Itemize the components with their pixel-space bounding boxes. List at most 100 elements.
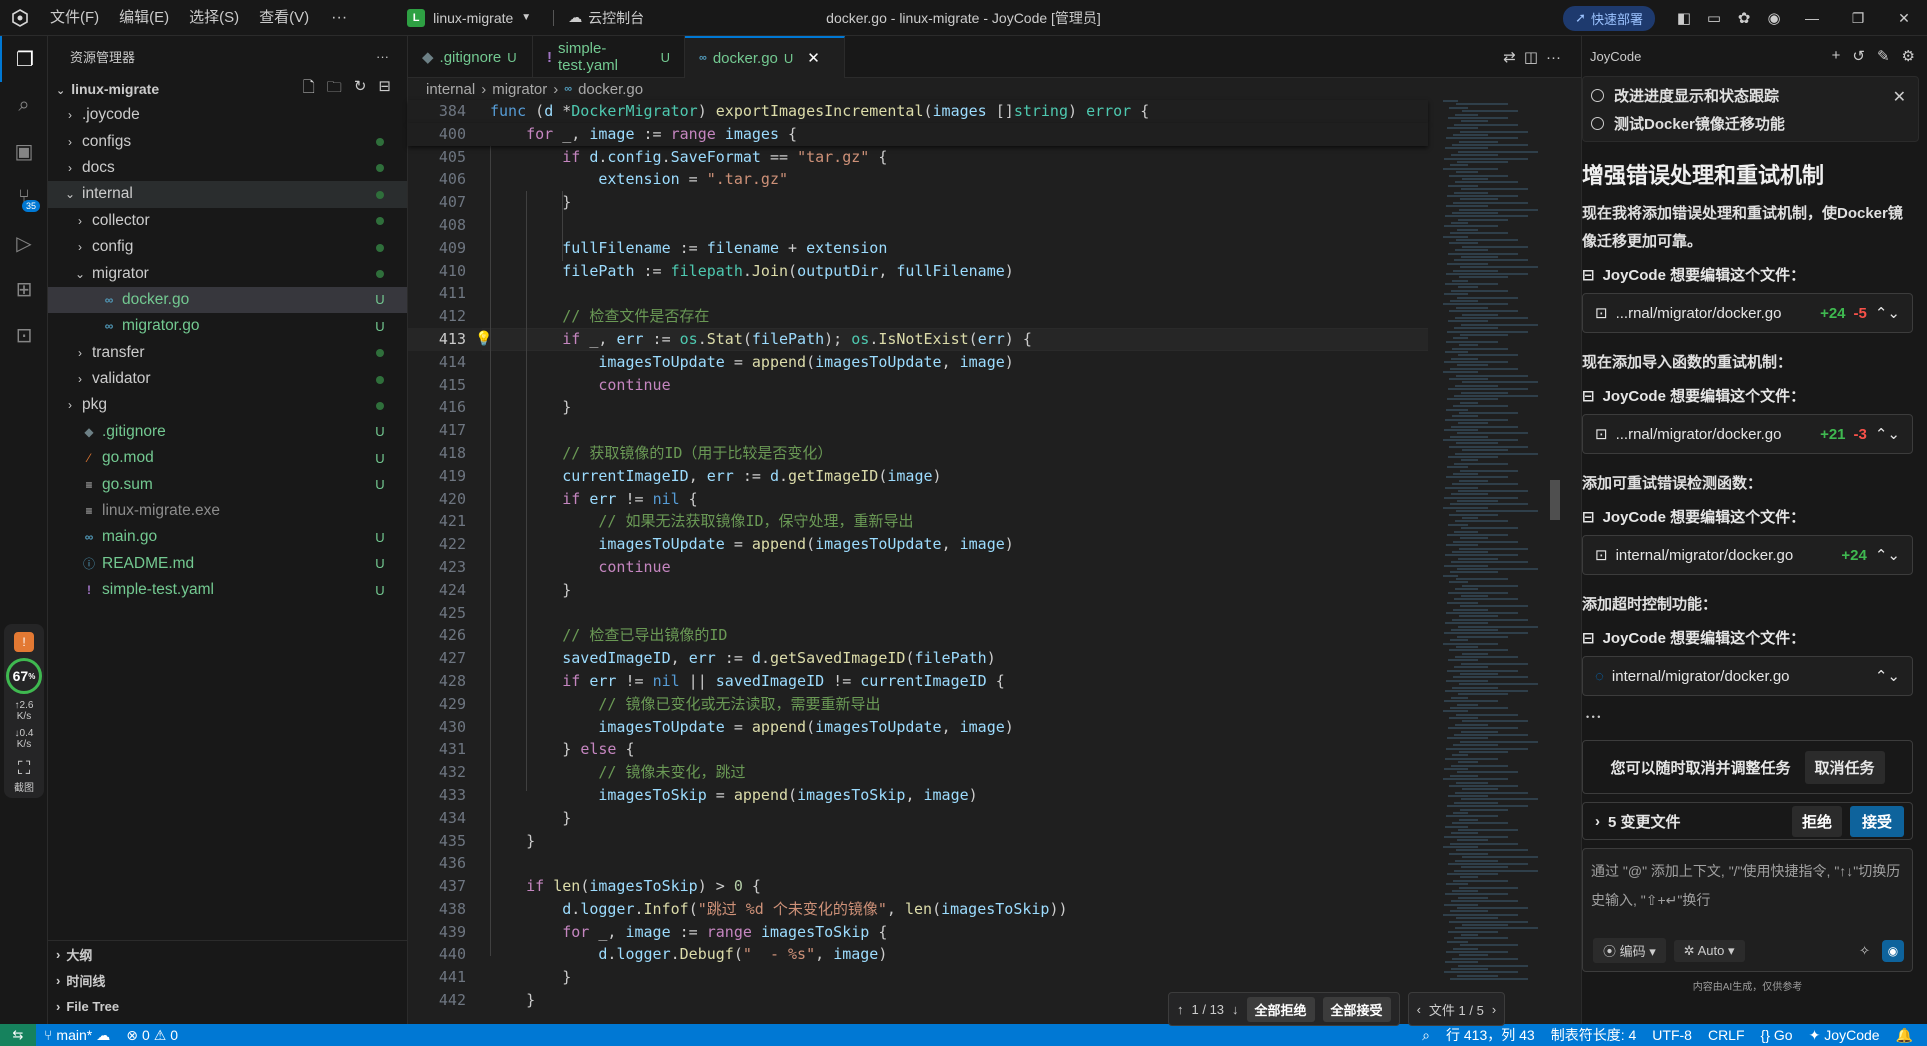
model-select[interactable]: ✲ Auto ▾ [1673,939,1745,962]
extensions-icon[interactable]: ⊞ [0,266,48,312]
problems-indicator[interactable]: ⊗ 0 ⚠ 0 [118,1027,186,1044]
restore-button[interactable]: ❐ [1835,0,1881,36]
zoom-icon[interactable]: ⌕ [1414,1027,1438,1044]
split-editor-icon[interactable]: ◫ [1524,48,1538,66]
editor-tab[interactable]: ! simple-test.yaml U [533,36,685,78]
tree-file[interactable]: ⓘ README.md U [48,551,407,577]
settings-gear-icon[interactable]: ⚙ [1902,47,1915,65]
more-actions-icon[interactable]: ··· [1546,49,1561,66]
expand-icon[interactable]: ⌃⌄ [1875,304,1900,322]
breadcrumb-item[interactable]: internal [426,81,475,98]
file-diff-card[interactable]: ⊡ ...rnal/migrator/docker.go +21 -3 ⌃⌄ [1582,414,1913,454]
todo-item[interactable]: 测试Docker镜像迁移功能 [1591,109,1910,137]
accept-button[interactable]: 接受 [1849,805,1904,837]
changed-files-bar[interactable]: › 5 变更文件 拒绝 接受 [1582,802,1913,840]
enhance-prompt-icon[interactable]: ✧ [1859,943,1870,959]
mode-select[interactable]: ⦿ 编码 ▾ [1593,938,1666,963]
branch-indicator[interactable]: ⑂ main* ☁ [36,1027,118,1044]
editor-tab[interactable]: ∞ docker.go U ✕ [685,36,845,78]
performance-widget[interactable]: ! 67% ↑2.6 K/s ↓0.4 K/s ⛶ 截图 [4,624,44,798]
menu-item[interactable]: 文件(F) [40,0,109,36]
tree-folder[interactable]: › .joycode [48,102,407,128]
tree-file[interactable]: ∞ main.go U [48,524,407,550]
project-switcher[interactable]: L linux-migrate ▼ [399,5,539,31]
todo-checkbox[interactable] [1591,116,1604,130]
sidebar-section[interactable]: › 大纲 [48,941,408,967]
tree-file[interactable]: ≡ linux-migrate.exe [48,498,407,524]
tree-folder[interactable]: › collector [48,208,407,234]
remote-indicator-icon[interactable]: ⇆ [0,1024,36,1046]
todo-item[interactable]: 改进进度显示和状态跟踪 [1591,81,1910,109]
breadcrumb-item[interactable]: docker.go [578,81,643,98]
arrow-up-icon[interactable]: ↑ [1177,1002,1184,1017]
menu-item[interactable]: 查看(V) [249,0,319,36]
file-diff-card[interactable]: ◌ internal/migrator/docker.go ⌃⌄ [1582,656,1913,696]
tree-file[interactable]: ◆ .gitignore U [48,419,407,445]
tree-file[interactable]: ∞ docker.go U [48,286,407,314]
chat-panel-icon[interactable]: ⊡ [0,312,48,358]
tree-folder[interactable]: › config [48,234,407,260]
cursor-position[interactable]: 行 413，列 43 [1438,1025,1543,1045]
tree-file[interactable]: ! simple-test.yaml U [48,577,407,603]
tree-folder[interactable]: › docs [48,155,407,181]
editor-scrollbar[interactable] [1548,100,1562,1024]
more-actions-icon[interactable]: ··· [376,49,389,64]
send-button[interactable]: ◉ [1882,939,1904,962]
reject-all-button[interactable]: 全部拒绝 [1246,996,1315,1022]
menu-item[interactable]: 编辑(E) [109,0,179,36]
close-tab-icon[interactable]: ✕ [807,49,820,67]
compare-changes-icon[interactable]: ⇄ [1503,48,1516,66]
expand-icon[interactable]: ⌃⌄ [1875,546,1900,564]
edit-icon[interactable]: ✎ [1877,47,1890,65]
chat-input[interactable]: 通过 "@" 添加上下文, "/"使用快捷指令, "↑↓"切换历史输入, "⇧+… [1582,848,1913,972]
language-mode[interactable]: {} Go [1753,1027,1801,1043]
minimize-button[interactable]: — [1789,0,1835,36]
explorer-icon[interactable]: ❐ [0,36,48,82]
extensions-manager-icon[interactable]: ✿ [1729,3,1759,33]
search-icon[interactable]: ⌕ [0,82,48,128]
editor-tab[interactable]: ◆ .gitignore U [408,36,533,78]
sidebar-section[interactable]: › File Tree [48,993,408,1019]
toggle-panel-icon[interactable]: ▭ [1699,3,1729,33]
quick-deploy-button[interactable]: ➚ 快速部署 [1563,5,1655,31]
todo-checkbox[interactable] [1591,88,1604,102]
new-folder-icon[interactable]: 🗀 [327,77,342,102]
menu-item[interactable]: 选择(S) [179,0,249,36]
close-icon[interactable]: ✕ [1893,87,1906,107]
chevron-left-icon[interactable]: ‹ [1417,1002,1421,1017]
tree-file[interactable]: ⁄ go.mod U [48,445,407,471]
tree-file[interactable]: ≡ go.sum U [48,471,407,497]
new-file-icon[interactable]: 🗋 [303,77,315,102]
expand-icon[interactable]: ⌃⌄ [1875,425,1900,443]
arrow-down-icon[interactable]: ↓ [1232,1002,1239,1017]
chevron-right-icon[interactable]: › [1492,1002,1496,1017]
workspace-root[interactable]: ⌄ linux-migrate 🗋 🗀 ↻ ⊟ [48,76,407,102]
tree-file[interactable]: ∞ migrator.go U [48,313,407,339]
source-control-icon[interactable]: ⑂ 35 [0,174,48,220]
tree-folder[interactable]: › pkg [48,392,407,418]
reject-button[interactable]: 拒绝 [1791,805,1842,837]
joycode-status[interactable]: ✦ JoyCode [1801,1027,1888,1044]
screenshot-button[interactable]: ⛶ 截图 [4,758,44,794]
remote-explorer-icon[interactable]: ▣ [0,128,48,174]
more-menu-button[interactable]: ··· [319,9,359,27]
encoding[interactable]: UTF-8 [1644,1027,1700,1043]
minimap[interactable] [1443,100,1543,1024]
tree-folder[interactable]: › configs [48,128,407,154]
collapse-all-icon[interactable]: ⊟ [378,77,391,102]
file-diff-card[interactable]: ⊡ internal/migrator/docker.go +24 ⌃⌄ [1582,535,1913,575]
new-chat-icon[interactable]: + [1832,47,1841,65]
breadcrumb-item[interactable]: migrator [492,81,547,98]
close-window-button[interactable]: ✕ [1881,0,1927,36]
cancel-task-button[interactable]: 取消任务 [1804,750,1885,784]
toggle-sidebar-icon[interactable]: ◧ [1669,3,1699,33]
file-diff-card[interactable]: ⊡ ...rnal/migrator/docker.go +24 -5 ⌃⌄ [1582,293,1913,333]
notifications-bell-icon[interactable]: 🔔 [1888,1027,1927,1044]
scroll-thumb[interactable] [1550,480,1560,520]
tab-size[interactable]: 制表符长度: 4 [1543,1025,1645,1045]
history-icon[interactable]: ↺ [1852,47,1865,65]
expand-icon[interactable]: ⌃⌄ [1875,667,1900,685]
tree-folder[interactable]: ⌄ internal [48,181,407,208]
account-icon[interactable]: ◉ [1759,3,1789,33]
cloud-console-button[interactable]: ☁ 云控制台 [568,8,644,28]
